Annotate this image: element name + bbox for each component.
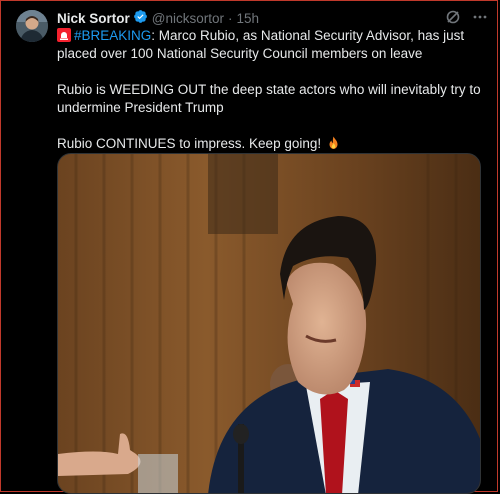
- tweet-line-continues: Rubio CONTINUES to impress. Keep going!: [57, 135, 489, 153]
- tweet-card[interactable]: Nick Sortor @nicksortor · 15h #BREAKING:…: [0, 0, 500, 494]
- tweet-photo[interactable]: [57, 153, 481, 494]
- separator-dot: ·: [228, 10, 233, 26]
- avatar[interactable]: [16, 10, 48, 42]
- verified-badge-icon: [130, 9, 152, 27]
- tweet-line-continues-text: Rubio CONTINUES to impress. Keep going!: [57, 136, 322, 151]
- tweet-text: #BREAKING: Marco Rubio, as National Secu…: [57, 27, 489, 153]
- hashtag-link[interactable]: #BREAKING: [74, 28, 151, 43]
- photo-speaker-at-hearing: [58, 154, 480, 493]
- author-name[interactable]: Nick Sortor: [57, 11, 130, 26]
- tweet-line-weeding: Rubio is WEEDING OUT the deep state acto…: [57, 82, 481, 115]
- timestamp[interactable]: 15h: [237, 11, 260, 26]
- fire-emoji-icon: [325, 136, 340, 151]
- siren-emoji-icon: [57, 28, 74, 43]
- author-handle[interactable]: @nicksortor: [152, 11, 224, 26]
- tweet-line-breaking: #BREAKING: Marco Rubio, as National Secu…: [57, 27, 489, 63]
